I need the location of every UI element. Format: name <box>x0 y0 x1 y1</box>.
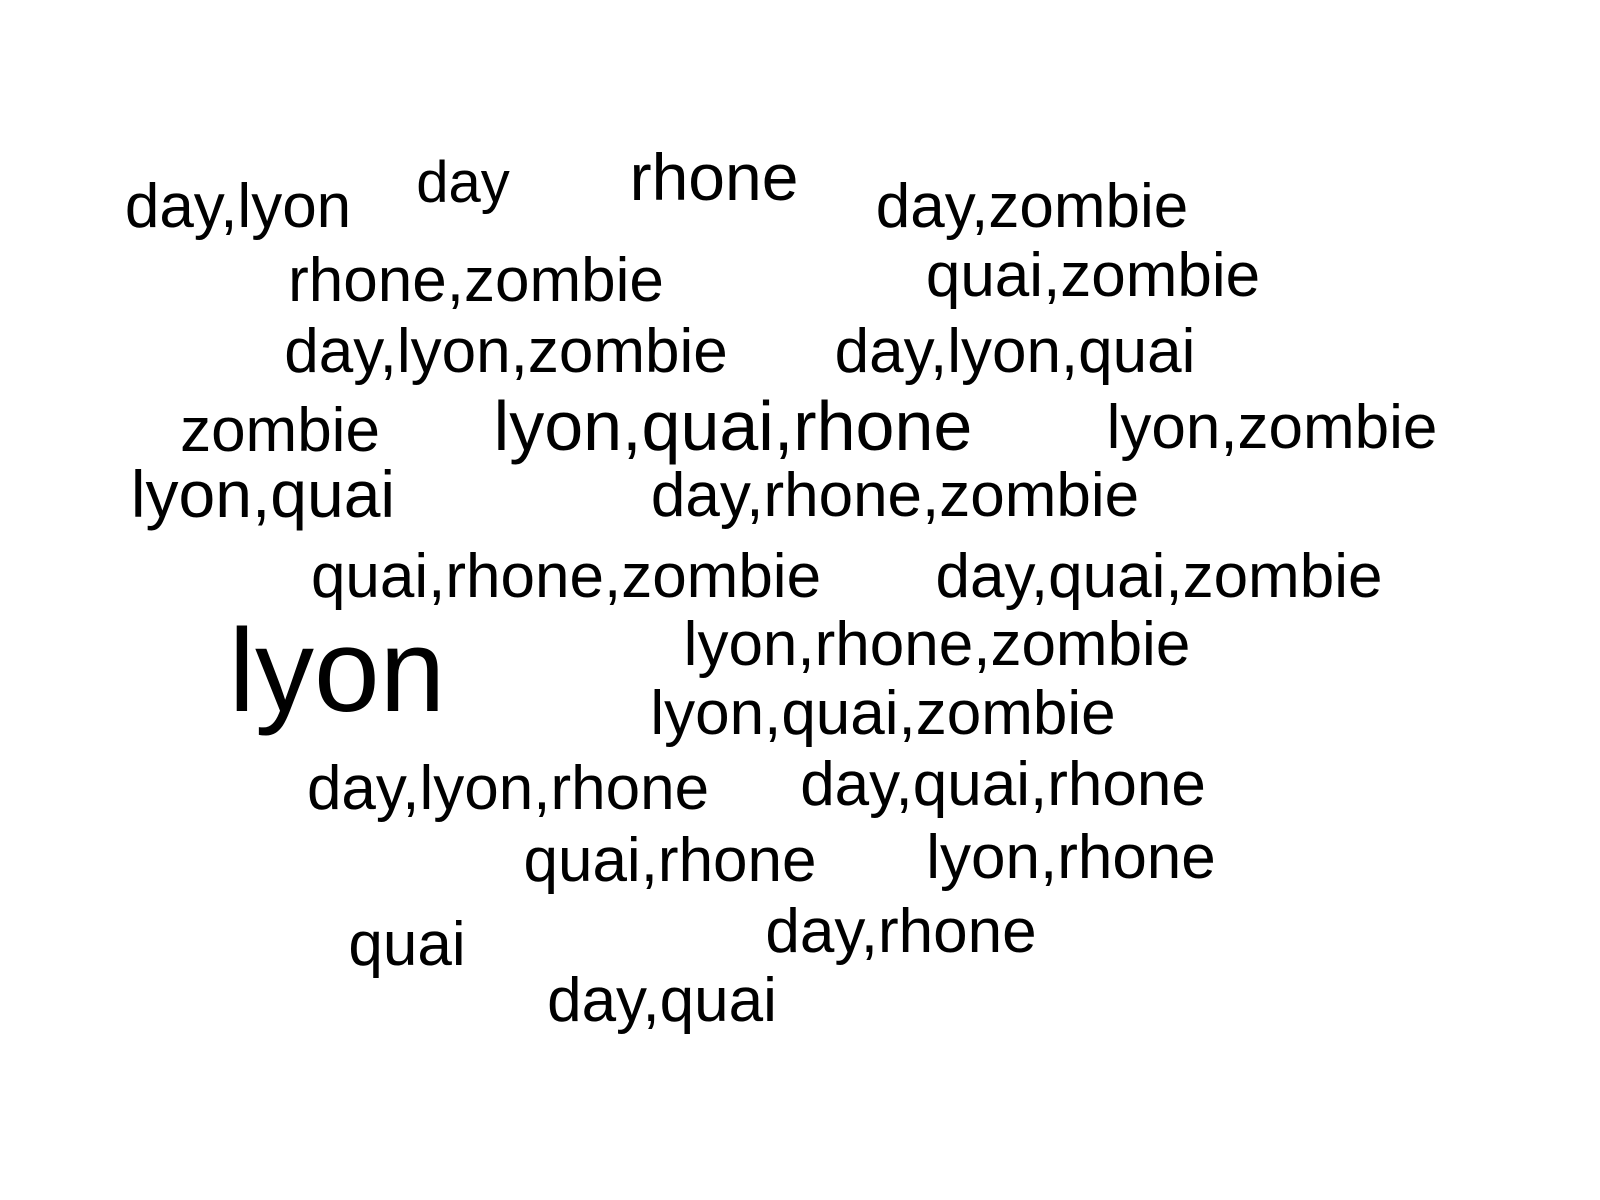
word-quai-rhone: quai,rhone <box>523 826 817 895</box>
word-quai: quai <box>348 910 466 979</box>
word-lyon-quai-rhone: lyon,quai,rhone <box>493 387 973 465</box>
word-lyon-quai: lyon,quai <box>130 457 396 531</box>
word-day-lyon-zombie: day,lyon,zombie <box>284 317 728 386</box>
word-day-rhone-zombie: day,rhone,zombie <box>650 461 1140 530</box>
word-lyon-quai-zombie: lyon,quai,zombie <box>650 679 1116 748</box>
word-day-quai: day,quai <box>547 966 777 1035</box>
word-day-quai-rhone: day,quai,rhone <box>800 750 1206 819</box>
word-day: day <box>416 150 510 215</box>
word-cloud: day,lyon day rhone day,zombie rhone,zomb… <box>0 0 1600 1200</box>
word-day-lyon: day,lyon <box>124 172 352 241</box>
word-lyon-rhone-zombie: lyon,rhone,zombie <box>683 610 1191 679</box>
word-day-zombie: day,zombie <box>875 172 1189 241</box>
word-zombie: zombie <box>180 396 380 465</box>
word-lyon: lyon <box>228 605 446 737</box>
word-lyon-zombie: lyon,zombie <box>1106 393 1438 462</box>
word-quai-rhone-zombie: quai,rhone,zombie <box>310 542 822 611</box>
word-lyon-rhone: lyon,rhone <box>926 823 1216 892</box>
word-day-lyon-quai: day,lyon,quai <box>834 317 1196 386</box>
word-day-rhone: day,rhone <box>765 897 1037 966</box>
word-quai-zombie: quai,zombie <box>925 241 1261 310</box>
word-day-lyon-rhone: day,lyon,rhone <box>306 754 710 823</box>
word-rhone-zombie: rhone,zombie <box>288 246 664 315</box>
word-day-quai-zombie: day,quai,zombie <box>935 542 1383 611</box>
word-rhone: rhone <box>629 140 799 214</box>
